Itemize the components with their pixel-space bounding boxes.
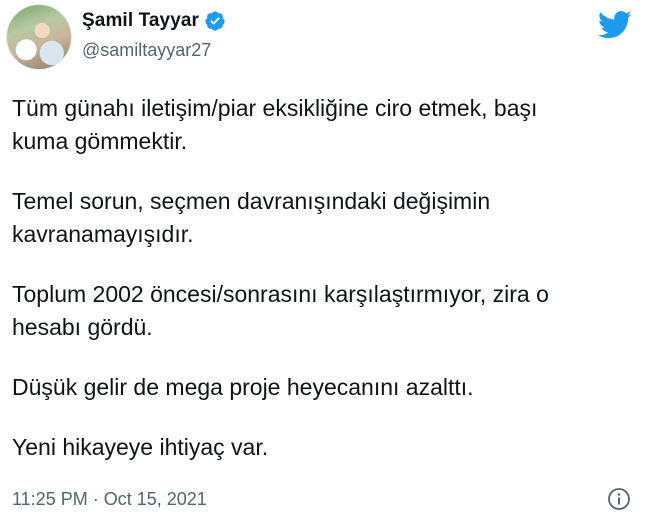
avatar[interactable]	[6, 4, 72, 70]
info-icon[interactable]	[607, 487, 631, 511]
tweet-card: Şamil Tayyar @samiltayyar27 Tüm günahı i…	[0, 0, 650, 526]
tweet-paragraph: Toplum 2002 öncesi/sonrasını karşılaştır…	[12, 281, 549, 340]
twitter-bird-icon[interactable]	[598, 10, 632, 40]
tweet-paragraph: Tüm günahı iletişim/piar eksikliğine cir…	[12, 95, 538, 154]
tweet-timestamp[interactable]: 11:25 PM · Oct 15, 2021	[12, 489, 207, 510]
author-name-row: Şamil Tayyar	[82, 10, 226, 32]
user-handle[interactable]: @samiltayyar27	[82, 40, 211, 61]
tweet-paragraph: Yeni hikayeye ihtiyaç var.	[12, 434, 269, 460]
verified-badge-icon	[205, 11, 225, 31]
tweet-text: Tüm günahı iletişim/piar eksikliğine cir…	[12, 92, 642, 491]
tweet-paragraph: Düşük gelir de mega proje heyecanını aza…	[12, 374, 474, 400]
display-name[interactable]: Şamil Tayyar	[82, 10, 199, 32]
tweet-paragraph: Temel sorun, seçmen davranışındaki değiş…	[12, 188, 491, 247]
